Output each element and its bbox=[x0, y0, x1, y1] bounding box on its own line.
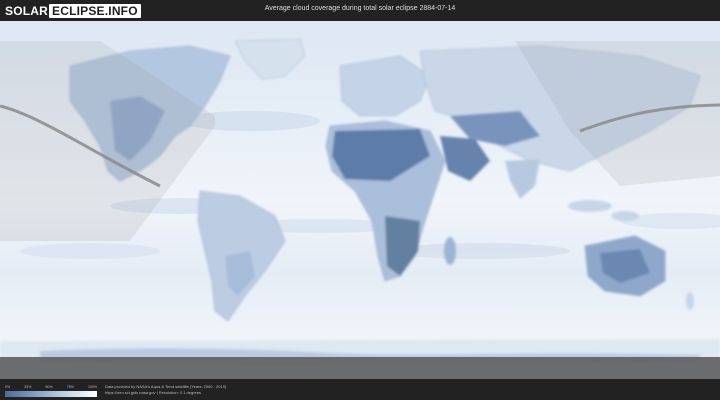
data-credits: Data provided by NASA's Aqua & Terra sat… bbox=[105, 384, 226, 396]
legend-tick: 25% bbox=[24, 385, 32, 389]
legend-tick: 75% bbox=[66, 385, 74, 389]
legend-gradient-bar bbox=[5, 391, 97, 397]
legend-ticks: 0% 25% 50% 75% 100% bbox=[5, 385, 97, 390]
header-bar: SOLAR ECLIPSE.INFO Average cloud coverag… bbox=[0, 0, 720, 21]
legend-tick: 0% bbox=[5, 385, 11, 389]
world-map-svg bbox=[0, 21, 720, 379]
footer-bar: 0% 25% 50% 75% 100% Data provided by NAS… bbox=[0, 379, 720, 400]
legend-tick: 50% bbox=[45, 385, 53, 389]
map-title: Average cloud coverage during total sola… bbox=[264, 5, 456, 12]
cloud-legend: 0% 25% 50% 75% 100% bbox=[5, 385, 97, 397]
antarctic-band bbox=[0, 357, 720, 379]
cloud-coverage-map bbox=[0, 21, 720, 379]
credit-line-2[interactable]: https://neo.sci.gsfc.nasa.gov | Resoluti… bbox=[105, 390, 226, 396]
legend-tick: 100% bbox=[88, 385, 97, 389]
